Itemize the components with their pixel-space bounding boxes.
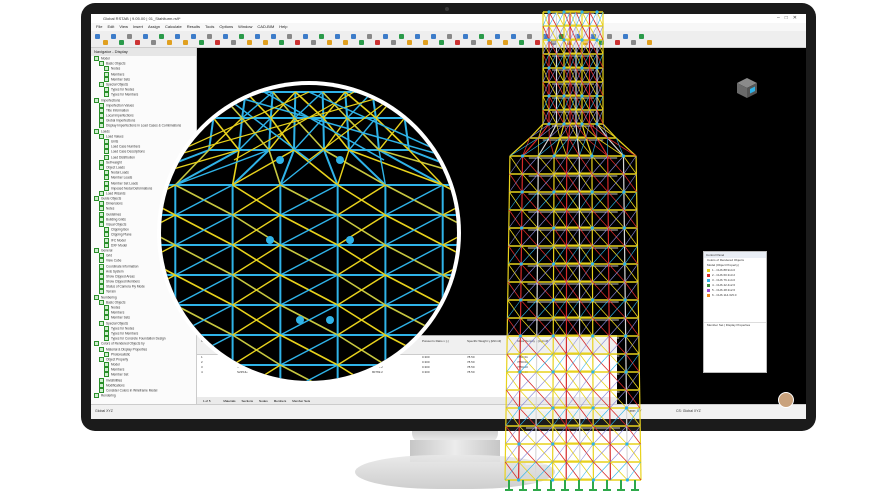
node-marker xyxy=(595,38,599,42)
zoom-brace xyxy=(442,304,457,336)
zoom-brace xyxy=(161,304,176,336)
node-marker xyxy=(551,262,556,266)
node-marker xyxy=(520,226,524,230)
node-marker xyxy=(580,38,584,42)
node-marker xyxy=(624,334,628,338)
node-marker xyxy=(552,154,556,158)
node-marker xyxy=(622,190,626,194)
node-marker xyxy=(266,236,274,244)
node-marker xyxy=(519,298,523,302)
magnifier-lens xyxy=(157,81,461,385)
node-marker xyxy=(595,66,599,70)
node-marker xyxy=(547,122,551,126)
node-marker xyxy=(580,66,584,70)
node-marker xyxy=(336,156,344,164)
node-marker xyxy=(580,10,584,14)
node-marker xyxy=(623,262,627,266)
node-marker xyxy=(346,236,354,244)
node-marker xyxy=(590,190,594,194)
node-marker xyxy=(624,406,629,410)
node-marker xyxy=(551,370,555,374)
node-marker xyxy=(551,334,555,338)
tower-brace xyxy=(548,137,555,157)
node-marker xyxy=(622,226,626,230)
tower-leg xyxy=(596,137,609,157)
node-marker xyxy=(547,66,551,70)
zoom-brace xyxy=(442,304,457,336)
node-marker xyxy=(547,10,551,14)
zoom-brace xyxy=(161,334,176,366)
node-marker xyxy=(562,66,566,70)
node-marker xyxy=(552,190,556,194)
node-marker xyxy=(296,316,304,324)
zoom-brace xyxy=(174,364,233,381)
zoom-brace xyxy=(442,334,457,366)
zoom-brace xyxy=(161,364,176,381)
node-marker xyxy=(590,226,594,230)
node-marker xyxy=(580,94,584,98)
tower-model xyxy=(504,10,642,491)
node-marker xyxy=(591,334,595,338)
node-marker xyxy=(562,10,566,14)
node-marker xyxy=(623,298,627,302)
node-marker xyxy=(547,38,551,42)
zoom-brace xyxy=(161,334,176,366)
node-marker xyxy=(595,94,599,98)
node-marker xyxy=(517,406,522,410)
node-marker xyxy=(562,122,566,126)
node-marker xyxy=(552,226,556,230)
node-marker xyxy=(518,334,522,338)
node-marker xyxy=(595,10,599,14)
node-marker xyxy=(518,370,522,374)
node-marker xyxy=(562,94,566,98)
node-marker xyxy=(580,122,584,126)
zoom-brace xyxy=(442,364,457,381)
zoom-brace xyxy=(385,364,444,381)
node-marker xyxy=(590,298,595,302)
node-marker xyxy=(551,442,555,446)
node-marker xyxy=(591,442,595,446)
node-marker xyxy=(551,298,556,302)
node-marker xyxy=(517,478,521,482)
node-marker xyxy=(276,156,284,164)
node-marker xyxy=(547,94,551,98)
node-marker xyxy=(624,370,628,374)
node-marker xyxy=(326,316,334,324)
node-marker xyxy=(562,38,566,42)
structure-overlay xyxy=(157,10,642,491)
node-marker xyxy=(625,442,629,446)
node-marker xyxy=(621,154,626,158)
tower-brace xyxy=(591,137,598,157)
zoom-brace xyxy=(385,364,444,381)
node-marker xyxy=(520,190,524,194)
node-marker xyxy=(595,122,599,126)
zoom-brace xyxy=(442,364,457,381)
zoom-leg xyxy=(322,117,325,151)
node-marker xyxy=(551,478,555,482)
node-marker xyxy=(625,478,630,482)
tower-leg xyxy=(537,137,550,157)
zoom-brace xyxy=(161,364,176,381)
node-marker xyxy=(551,406,555,410)
node-marker xyxy=(520,154,525,158)
zoom-brace xyxy=(442,334,457,366)
node-marker xyxy=(590,262,595,266)
node-marker xyxy=(519,262,523,266)
node-marker xyxy=(517,442,521,446)
node-marker xyxy=(591,406,595,410)
zoom-leg xyxy=(293,117,296,151)
zoom-brace xyxy=(161,304,176,336)
node-marker xyxy=(591,370,595,374)
node-marker xyxy=(590,154,594,158)
zoom-brace xyxy=(174,364,233,381)
node-marker xyxy=(591,478,596,482)
